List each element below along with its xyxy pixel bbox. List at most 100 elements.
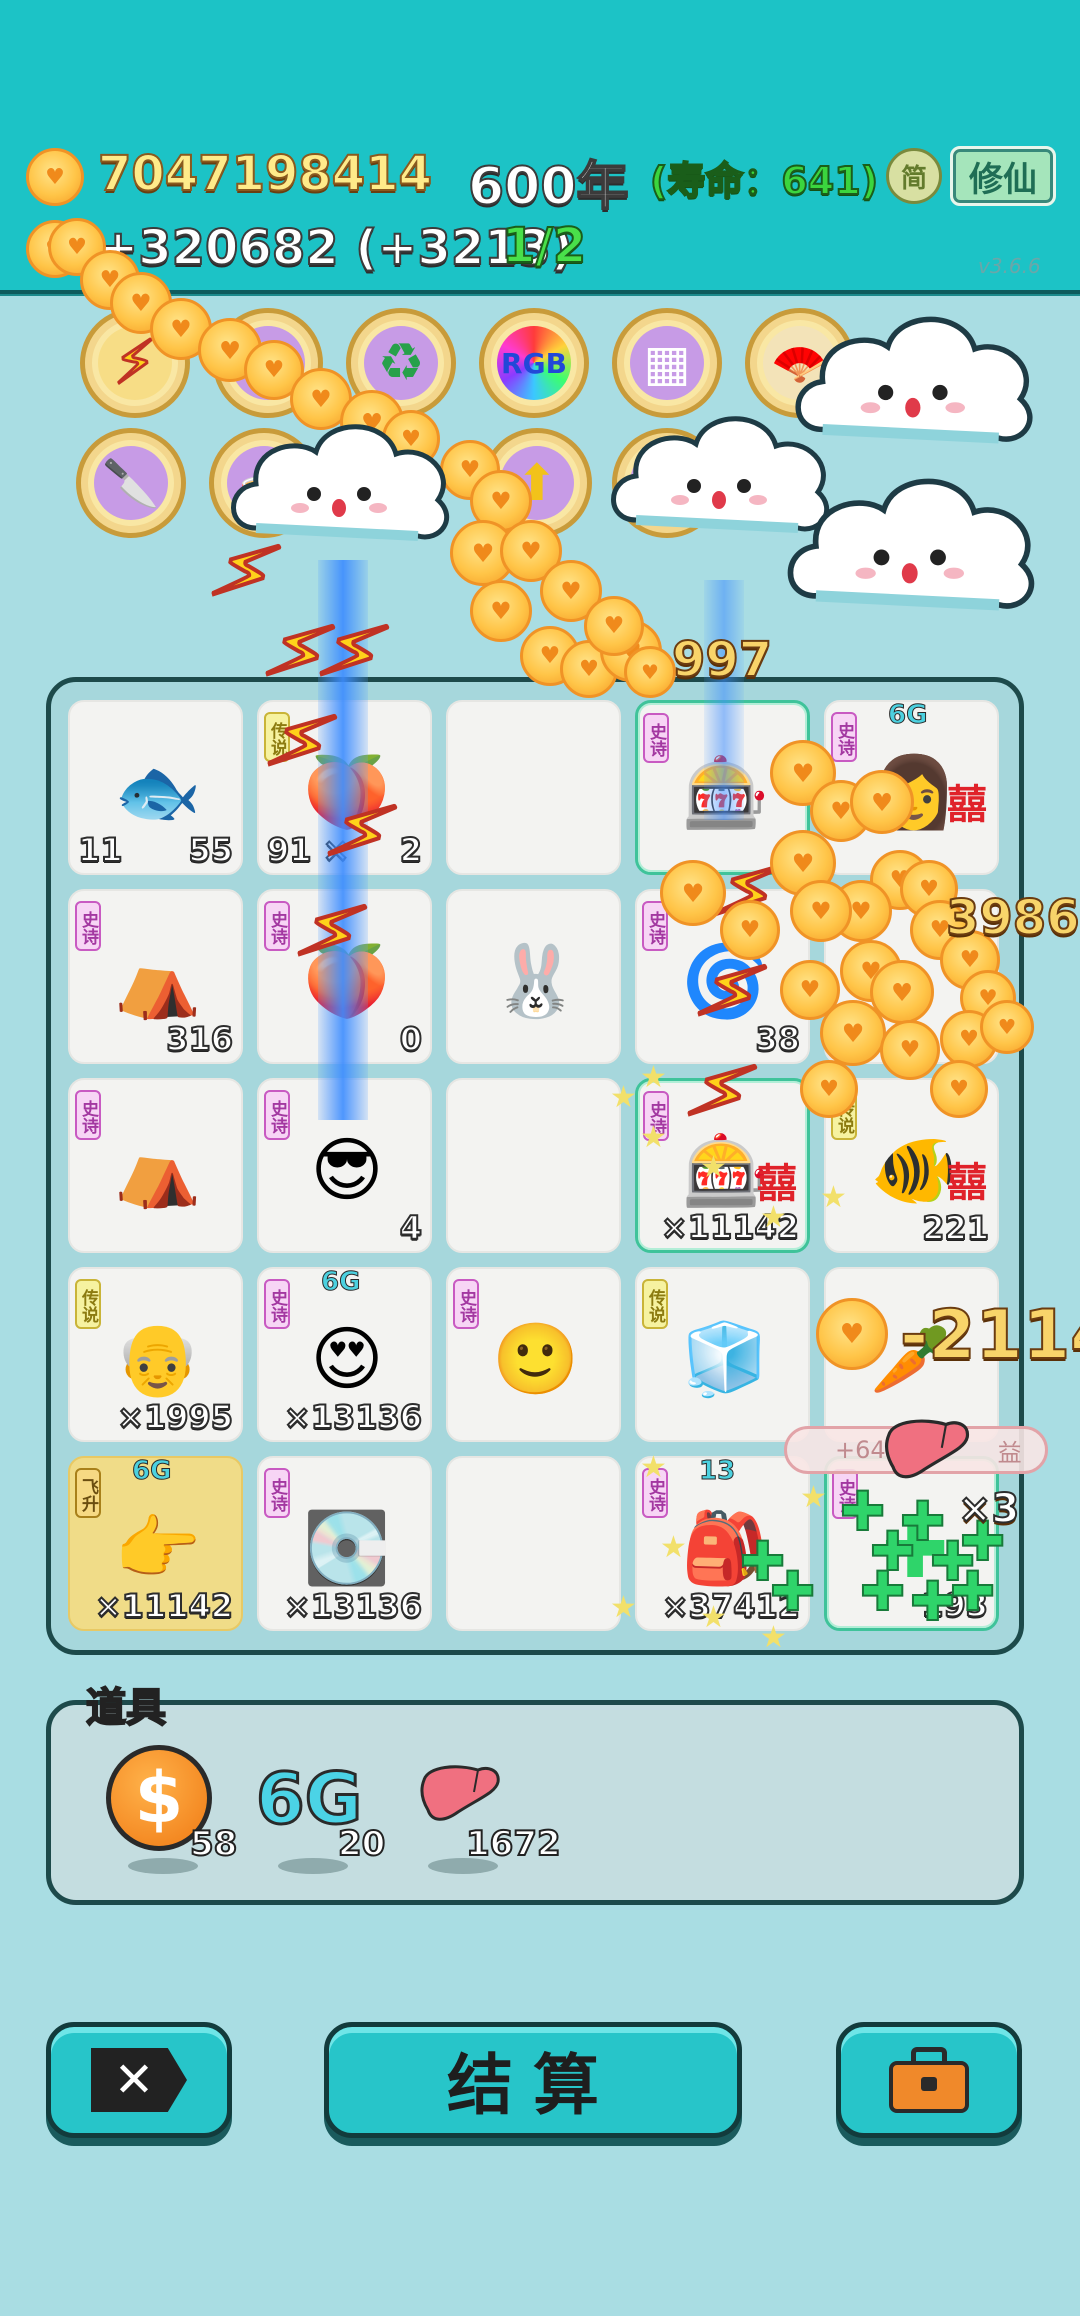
cultivate-button[interactable]: 修仙	[950, 146, 1056, 206]
heal-cross-icon: ✚	[909, 1569, 956, 1634]
flying-coin-icon	[930, 1060, 988, 1118]
rarity-badge: 飞升	[75, 1468, 101, 1518]
flying-coin-icon	[470, 580, 532, 642]
rabbit-tent-icon: ⛺	[114, 1128, 202, 1211]
year-counter: 600年	[467, 156, 630, 218]
rabbit-tent-icon: ⛺	[114, 939, 202, 1022]
board-cell[interactable]	[446, 1078, 621, 1253]
fridge-icon: 🧊	[681, 1317, 769, 1400]
item-level: 11	[77, 830, 124, 870]
rarity-badge: 史诗	[264, 1468, 290, 1518]
board-cell[interactable]: 史诗 💽 ×13136	[257, 1456, 432, 1631]
sparkle-icon: ★	[700, 1150, 727, 1185]
rarity-badge: 史诗	[264, 1090, 290, 1140]
board-cell[interactable]: 史诗 🙂	[446, 1267, 621, 1442]
rarity-badge: 史诗	[643, 713, 669, 763]
item-count: 2	[399, 830, 423, 870]
settle-label: 结算	[447, 2047, 619, 2124]
sparkle-icon: ★	[760, 1620, 787, 1655]
item-count: 4	[399, 1208, 423, 1248]
board-cell[interactable]: 史诗 6G 😍 ×13136	[257, 1267, 432, 1442]
flying-coin-icon	[800, 1060, 858, 1118]
rarity-badge: 史诗	[75, 1090, 101, 1140]
skill-rgb[interactable]: RGB	[479, 308, 589, 418]
sparkle-icon: ★	[640, 1060, 667, 1095]
item-count-dollar: 58	[189, 1823, 238, 1865]
flying-coin-icon	[624, 646, 676, 698]
coin-gain-popup: 3986	[945, 889, 1080, 947]
item-count: 55	[187, 830, 234, 870]
flying-coin-icon	[850, 770, 914, 834]
board-cell[interactable]: 🐟 11 55	[68, 700, 243, 875]
item-tag: 6G	[887, 700, 928, 731]
sunglasses-guy-icon: 😎	[310, 1129, 384, 1211]
cloud-mascot-icon	[226, 408, 456, 562]
item-count-liver: 1672	[465, 1823, 562, 1865]
damage-popup: -2114	[899, 1295, 1080, 1376]
cloud-mascot-icon	[790, 298, 1040, 467]
flying-coin-icon	[790, 880, 852, 942]
board-cell[interactable]	[446, 1456, 621, 1631]
skill-cleaver[interactable]: 🔪	[76, 428, 186, 538]
item-tag: 6G	[131, 1456, 172, 1487]
bag-button[interactable]	[836, 2022, 1022, 2138]
lifespan-label: (寿命：641)	[649, 158, 879, 204]
double-happiness-icon: 囍	[947, 782, 987, 828]
settle-button[interactable]: 结算	[324, 2022, 742, 2138]
sparkle-icon: ★	[700, 1600, 727, 1635]
board-cell[interactable]	[446, 700, 621, 875]
item-count: ×11142	[94, 1586, 234, 1626]
smiley-face-icon: 🙂	[492, 1317, 580, 1400]
rarity-badge: 史诗	[75, 901, 101, 951]
board-cell[interactable]: 史诗 ⛺ 316	[68, 889, 243, 1064]
heal-cross-icon: ✚	[769, 1559, 816, 1624]
flying-coin-icon	[584, 596, 644, 656]
board-cell[interactable]: 飞升 6G 👉 ×11142	[68, 1456, 243, 1631]
cleaver-icon: 🔪	[94, 446, 168, 520]
item-shadow	[128, 1858, 198, 1874]
rabbit-figure-icon: 🐰	[492, 939, 580, 1022]
recycle-icon: ♻	[364, 326, 438, 400]
stage-progress: 1/2	[501, 217, 587, 275]
close-button[interactable]: ✕	[46, 2022, 232, 2138]
sparkle-icon: ★	[610, 1080, 637, 1115]
heart-eyes-face-icon: 😍	[310, 1318, 384, 1400]
double-happiness-icon: 囍	[947, 1160, 987, 1206]
coin-total: 7047198414	[97, 145, 433, 203]
sparkle-icon: ★	[640, 1120, 667, 1155]
rarity-badge: 史诗	[264, 901, 290, 951]
toast-suffix: 益	[997, 1438, 1022, 1467]
sparkle-icon: ★	[660, 1530, 687, 1565]
rarity-badge: 史诗	[831, 712, 857, 762]
multiplier-popup: ×3	[957, 1485, 1020, 1533]
version-label: v3.6.6	[978, 254, 1041, 278]
fish-icon: 🐟	[114, 750, 202, 833]
board-cell[interactable]: 传说 👴 ×1995	[68, 1267, 243, 1442]
sparkle-icon: ★	[800, 1480, 827, 1515]
close-tag-icon: ✕	[91, 2048, 187, 2112]
board-cell[interactable]: 史诗 ⛺	[68, 1078, 243, 1253]
heal-cross-icon: ✚	[859, 1559, 906, 1624]
graphics-card-icon: 💽	[303, 1506, 391, 1589]
damage-coin-icon	[816, 1298, 888, 1370]
sparkle-icon: ★	[760, 1200, 787, 1235]
rarity-badge: 传说	[642, 1279, 668, 1329]
liver-icon	[876, 1416, 980, 1486]
old-man-icon: 👴	[114, 1317, 202, 1400]
board-cell[interactable]: 传说 🧊	[635, 1267, 810, 1442]
liver-icon[interactable]	[418, 1762, 504, 1828]
item-count: ×1995	[116, 1397, 234, 1437]
board-cell[interactable]: 🐰	[446, 889, 621, 1064]
briefcase-icon	[889, 2047, 969, 2113]
sparkle-icon: ★	[640, 1450, 667, 1485]
item-count: 0	[399, 1019, 423, 1059]
rarity-badge: 传说	[75, 1279, 101, 1329]
item-count-6g: 20	[337, 1823, 386, 1865]
pointing-hand-icon: 👉	[114, 1506, 202, 1589]
coin-icon	[26, 148, 84, 206]
items-title: 道具	[85, 1683, 167, 1732]
rarity-badge: 史诗	[453, 1279, 479, 1329]
sparkle-icon: ★	[610, 1590, 637, 1625]
item-count: 221	[921, 1208, 990, 1248]
simplified-toggle-button[interactable]: 简	[886, 148, 942, 204]
